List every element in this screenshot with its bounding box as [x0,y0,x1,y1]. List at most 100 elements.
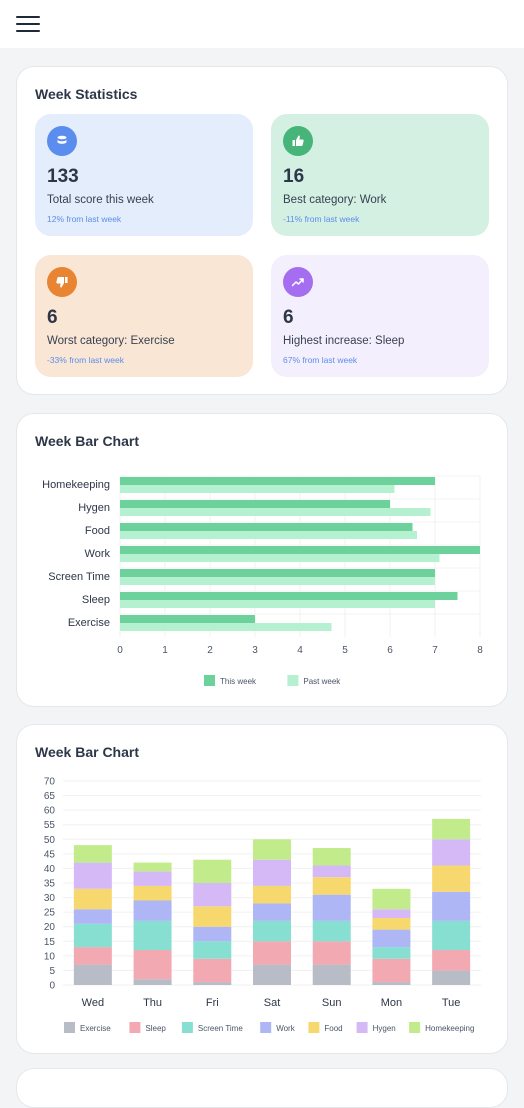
x-tick-label: 7 [432,645,438,656]
stat-tile-worst-category: 6 Worst category: Exercise -33% from las… [35,255,253,377]
bar-work [133,900,172,921]
stat-delta: 67% from last week [283,355,358,365]
y-tick-label: 30 [44,893,56,904]
bar-this-week [120,546,480,554]
y-tick-label: 5 [49,966,55,977]
week-statistics-card: Week Statistics 133 Total score this wee… [16,66,508,395]
stat-label: Highest increase: Sleep [283,335,405,347]
stat-delta: -11% from last week [283,214,360,224]
y-category-label: Screen Time [48,571,110,583]
stat-value: 133 [47,166,79,187]
legend-label: Work [276,1024,296,1033]
bar-hygen [312,865,351,878]
stacked-bar-chart: 0 5 10 15 20 25 30 35 40 45 50 55 60 65 70 Wed Thu Fri Sat… [44,777,481,1033]
legend-swatch [64,1022,75,1033]
stat-tile-total-score: 133 Total score this week 12% from last … [35,114,253,236]
thumbs-up-icon [283,126,313,156]
y-tick-label: 15 [44,937,56,948]
x-tick-label: 4 [297,645,303,656]
bar-homekeeping [312,848,351,866]
bar-this-week [120,523,413,531]
thumbs-down-icon [47,267,77,297]
bar-hygen [193,883,232,907]
x-category-label: Wed [82,997,104,1009]
legend-swatch [356,1022,368,1033]
stat-tile-highest-increase: 6 Highest increase: Sleep 67% from last … [271,255,489,377]
bar-hygen [133,871,172,886]
next-card [16,1068,508,1108]
database-icon [47,126,77,156]
legend-swatch [204,675,215,686]
legend-swatch [287,675,299,686]
x-tick-label: 5 [342,645,348,656]
legend-label: Past week [303,677,341,686]
week-bar-chart-card: Week Bar Chart 0 1 2 3 4 5 6 7 8 Homekeeping Hygen… [16,413,508,707]
y-tick-label: 35 [44,879,56,890]
y-tick-label: 10 [44,951,56,962]
bar-food [312,877,351,895]
bar-sleep [193,958,232,983]
bar-food [133,885,172,901]
x-category-label: Mon [381,997,402,1009]
bar-past-week [120,600,435,608]
bar-food [253,885,291,904]
legend-label: Sleep [145,1024,166,1033]
y-category-label: Hygen [78,502,110,514]
bar-past-week [120,508,431,516]
bar-sleep [133,950,172,980]
legend-label: This week [220,677,257,686]
bar-past-week [120,531,417,539]
bar-past-week [120,485,395,493]
legend-label: Homekeeping [425,1024,474,1033]
bar-food [372,917,411,930]
bar-screen-time [253,920,291,942]
bar-screen-time [312,920,351,942]
bar-past-week [120,577,435,585]
bar-sleep [372,958,411,983]
x-category-label: Tue [442,997,461,1009]
legend-label: Screen Time [198,1024,243,1033]
bar-homekeeping [253,839,291,860]
x-category-label: Fri [206,997,219,1009]
bar-screen-time [133,920,172,951]
bar-past-week [120,623,332,631]
legend-label: Exercise [80,1024,111,1033]
stat-delta: 12% from last week [47,214,122,224]
bar-work [372,929,411,948]
legend-swatch [260,1022,272,1033]
x-category-label: Sat [264,997,281,1009]
y-tick-label: 20 [44,922,56,933]
bar-sleep [73,947,112,965]
horizontal-bar-chart: 0 1 2 3 4 5 6 7 8 Homekeeping Hygen Food Work Screen … [42,475,483,686]
bar-exercise [133,979,172,985]
hamburger-menu-icon[interactable] [16,15,40,33]
x-tick-label: 1 [162,645,168,656]
y-tick-label: 55 [44,820,56,831]
y-tick-label: 40 [44,864,56,875]
y-tick-label: 70 [44,777,56,788]
y-tick-label: 65 [44,791,56,802]
bar-this-week [120,500,390,508]
y-category-label: Food [85,525,110,537]
bar-food [73,888,112,910]
legend-swatch [129,1022,141,1033]
bar-work [73,909,112,924]
y-tick-label: 60 [44,806,56,817]
y-tick-label: 0 [49,981,55,992]
bar-homekeeping [73,845,112,863]
x-tick-label: 8 [477,645,483,656]
bar-exercise [312,964,351,985]
legend-swatch [181,1022,193,1033]
bar-this-week [120,615,255,623]
stat-label: Best category: Work [283,194,387,206]
stat-delta: -33% from last week [47,355,124,365]
top-bar [0,0,524,48]
bar-homekeeping [432,818,471,840]
stat-label: Worst category: Exercise [47,335,175,347]
bar-work [312,894,351,921]
bar-exercise [193,982,232,985]
bar-homekeeping [372,888,411,910]
bar-hygen [432,839,471,866]
bar-food [432,865,471,892]
stat-value: 6 [283,307,294,328]
